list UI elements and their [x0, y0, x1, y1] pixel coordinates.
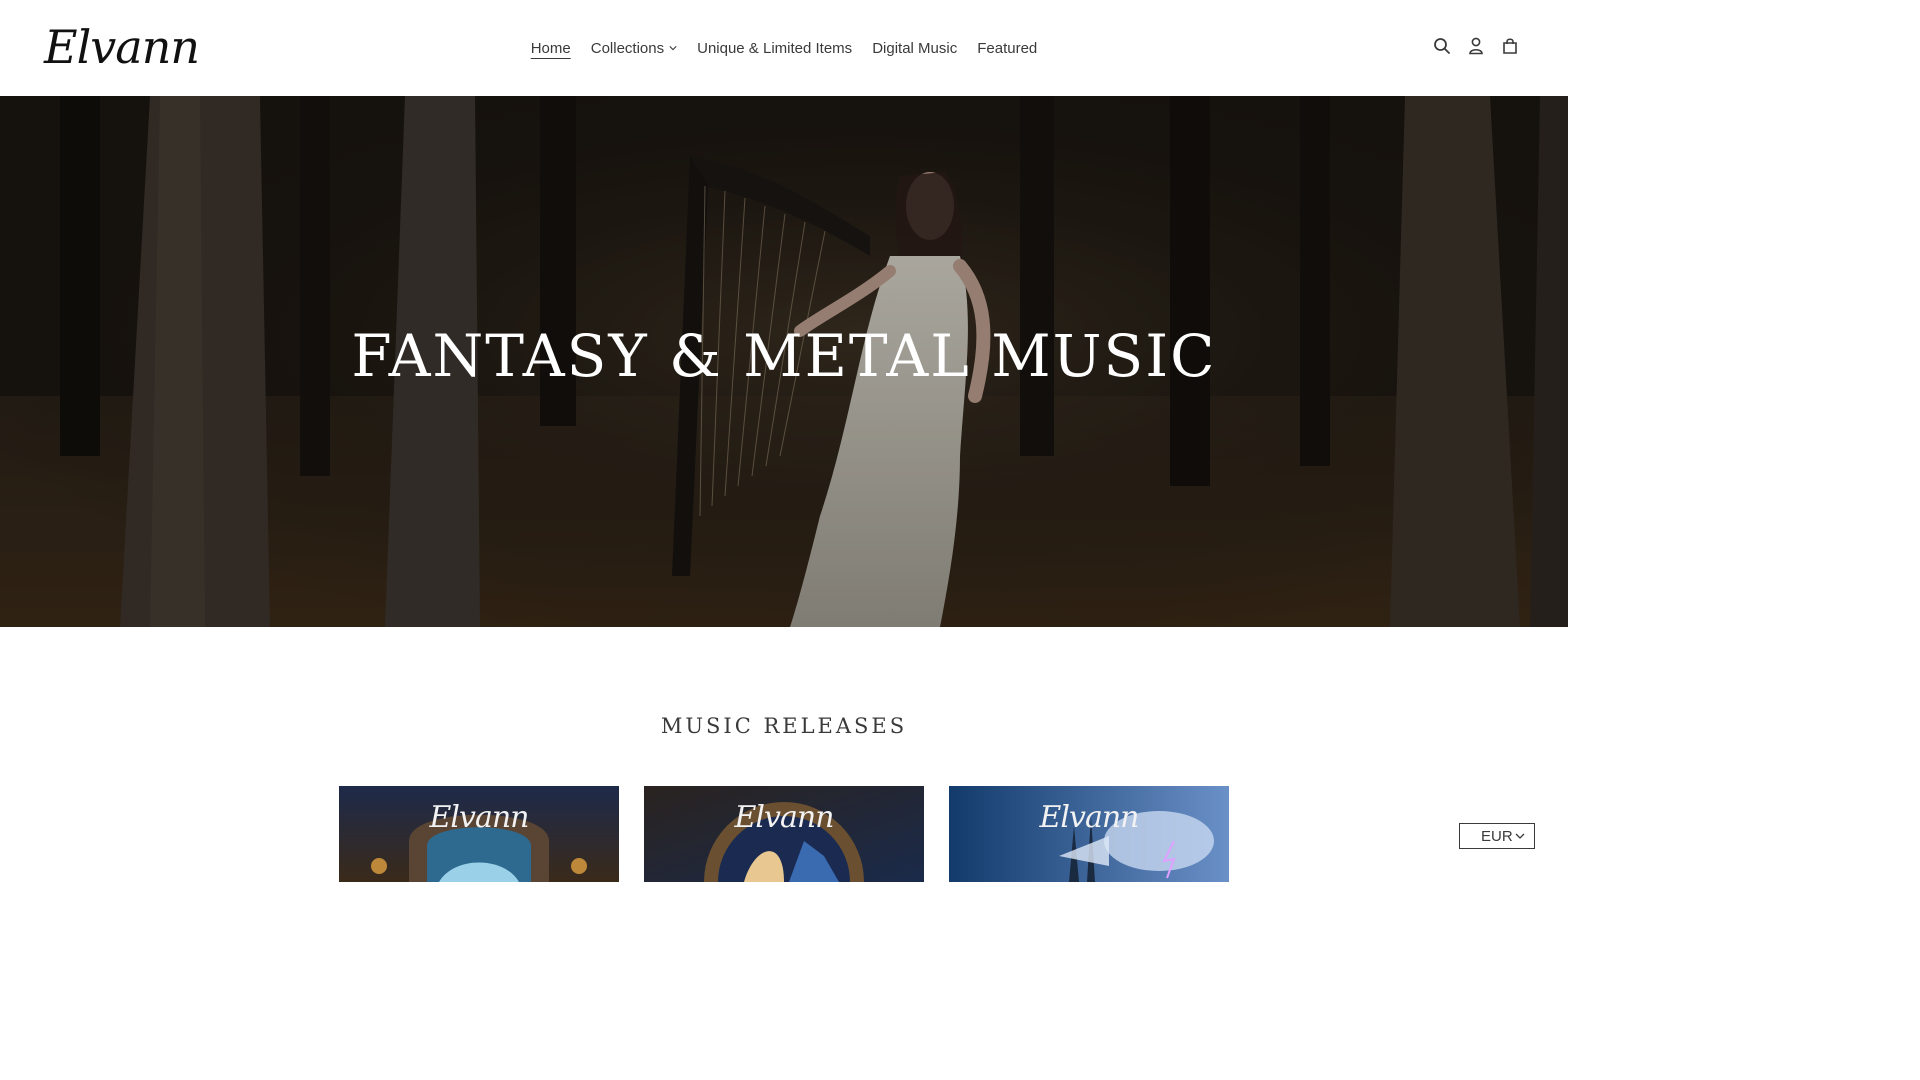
chevron-down-icon: [669, 46, 677, 51]
chevron-down-icon: [1515, 833, 1525, 839]
release-brand-text: Elvann: [734, 800, 835, 835]
site-header: Elvann Home Collections Unique & Limited…: [0, 0, 1568, 96]
hero-banner: Fantasy & Metal Music: [0, 96, 1568, 627]
nav-digital-music[interactable]: Digital Music: [862, 40, 967, 57]
nav-featured-label: Featured: [977, 39, 1038, 57]
header-icons: [1432, 36, 1520, 56]
nav-unique-limited-label: Unique & Limited Items: [697, 39, 853, 57]
nav-collections-label: Collections: [590, 39, 665, 57]
nav-home[interactable]: Home: [521, 40, 581, 57]
currency-value: EUR: [1481, 827, 1513, 845]
release-card[interactable]: Elvann: [339, 786, 619, 882]
nav-digital-music-label: Digital Music: [872, 39, 958, 57]
site-logo[interactable]: Elvann: [44, 18, 200, 76]
nav-collections[interactable]: Collections: [581, 40, 687, 57]
nav-unique-limited[interactable]: Unique & Limited Items: [687, 40, 862, 57]
search-icon[interactable]: [1432, 36, 1452, 56]
main-nav: Home Collections Unique & Limited Items …: [0, 0, 1568, 96]
nav-featured[interactable]: Featured: [967, 40, 1047, 57]
cart-icon[interactable]: [1500, 36, 1520, 56]
release-brand-text: Elvann: [1039, 800, 1140, 835]
section-title: MUSIC RELEASES: [660, 714, 908, 738]
currency-selector[interactable]: EUR: [1459, 823, 1535, 849]
account-icon[interactable]: [1466, 36, 1486, 56]
nav-home-label: Home: [530, 39, 571, 57]
hero-title: Fantasy & Metal Music: [351, 322, 1217, 390]
release-brand-text: Elvann: [429, 800, 530, 835]
release-card[interactable]: Elvann: [949, 786, 1229, 882]
release-card[interactable]: Elvann: [644, 786, 924, 882]
